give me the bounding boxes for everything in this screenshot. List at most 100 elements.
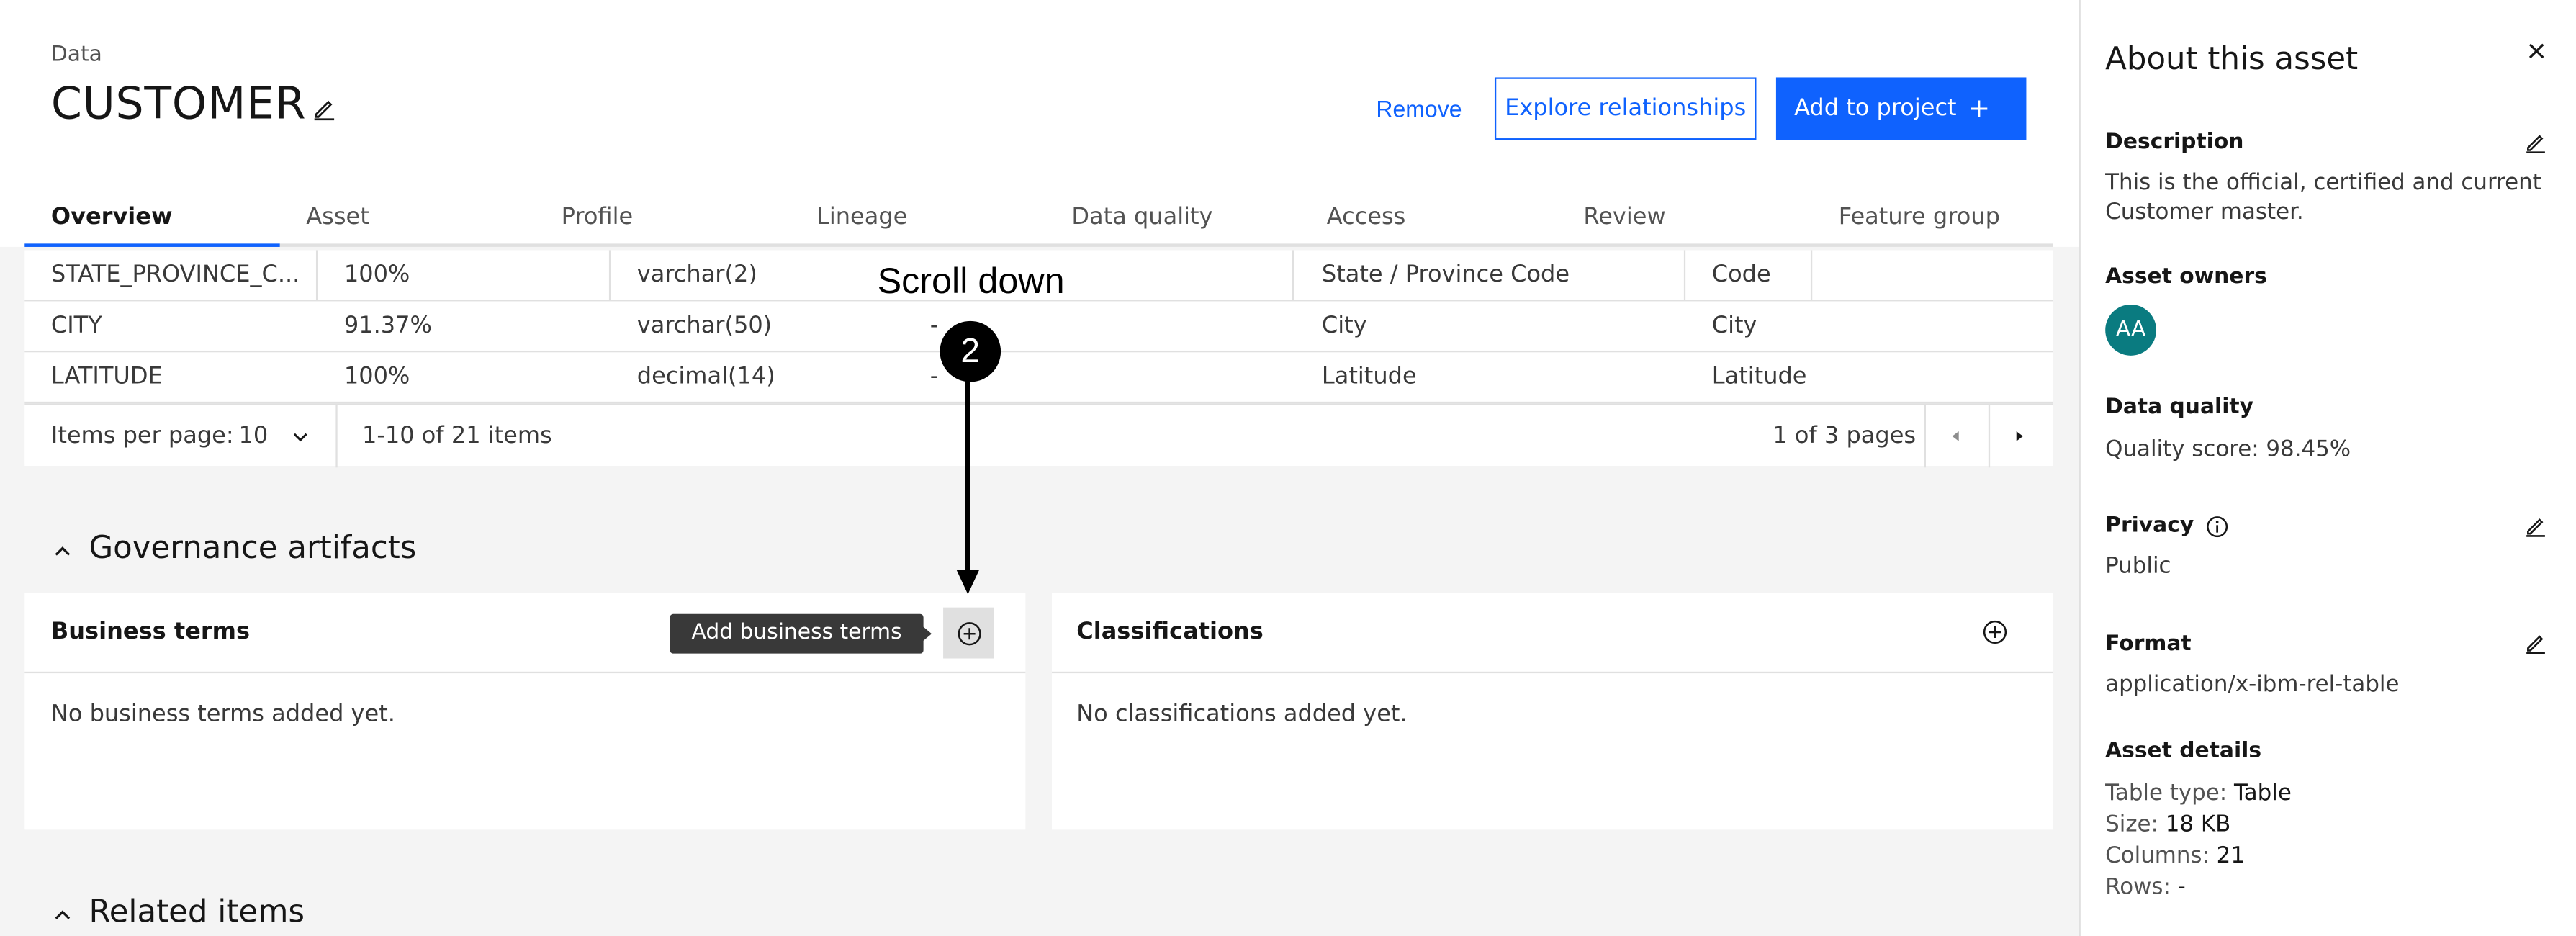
column-divider xyxy=(1810,250,1813,300)
add-circle-icon[interactable] xyxy=(1982,619,2009,646)
panel-title: About this asset xyxy=(2105,41,2359,78)
detail-value: 21 xyxy=(2216,842,2245,870)
caret-right-icon[interactable] xyxy=(2012,428,2028,444)
description-text: This is the official, certified and curr… xyxy=(2105,169,2541,226)
column-divider xyxy=(1292,250,1294,300)
about-asset-panel: About this asset Description This is the… xyxy=(2079,0,2576,936)
remove-button[interactable]: Remove xyxy=(1359,77,1478,140)
column-name: LATITUDE xyxy=(50,364,163,390)
caret-left-icon[interactable] xyxy=(1947,428,1964,444)
chevron-up-icon[interactable] xyxy=(53,541,72,561)
info-icon[interactable] xyxy=(2206,516,2229,539)
tab-data-quality[interactable]: Data quality xyxy=(1045,194,1300,247)
annotation-step-badge: 2 xyxy=(940,320,1001,382)
card-divider xyxy=(1051,671,2053,674)
column-name: CITY xyxy=(50,312,102,339)
tab-review[interactable]: Review xyxy=(1557,194,1812,247)
classifications-card: Classifications No classifications added… xyxy=(1051,593,2053,830)
pager-divider xyxy=(335,405,338,468)
add-business-terms-tooltip: Add business terms xyxy=(670,613,924,654)
related-items-heading[interactable]: Related items xyxy=(89,894,305,930)
arrow-down-icon xyxy=(956,378,980,595)
column-dash: - xyxy=(929,364,939,390)
tab-bar: Overview Asset Profile Lineage Data qual… xyxy=(24,194,2053,247)
privacy-value: Public xyxy=(2105,553,2171,580)
tab-lineage[interactable]: Lineage xyxy=(790,194,1045,247)
asset-details-label: Asset details xyxy=(2105,739,2262,764)
column-term: Latitude xyxy=(1711,364,1807,390)
column-type: varchar(2) xyxy=(636,261,757,289)
classifications-empty: No classifications added yet. xyxy=(1076,701,1408,728)
column-label: Latitude xyxy=(1321,364,1417,390)
items-per-page-label: Items per page: xyxy=(50,423,234,450)
detail-key: Table type: xyxy=(2105,780,2228,807)
add-circle-icon[interactable] xyxy=(956,621,983,647)
column-percent: 100% xyxy=(343,364,410,390)
edit-icon[interactable] xyxy=(2523,513,2548,538)
classifications-title: Classifications xyxy=(1076,618,1264,646)
asset-owners-label: Asset owners xyxy=(2105,265,2267,290)
column-label: City xyxy=(1321,312,1367,339)
governance-heading[interactable]: Governance artifacts xyxy=(89,530,416,566)
quality-score: Quality score: 98.45% xyxy=(2105,436,2351,463)
detail-rows: Rows: - xyxy=(2105,873,2186,904)
tab-access[interactable]: Access xyxy=(1300,194,1555,247)
privacy-label: Privacy xyxy=(2105,513,2194,539)
detail-columns: Columns: 21 xyxy=(2105,841,2245,872)
avatar[interactable]: AA xyxy=(2105,304,2157,356)
detail-size: Size: 18 KB xyxy=(2105,810,2230,841)
annotation-text: Scroll down xyxy=(877,260,1065,302)
items-range: 1-10 of 21 items xyxy=(361,423,552,450)
tab-overview[interactable]: Overview xyxy=(24,194,280,247)
tab-asset[interactable]: Asset xyxy=(280,194,535,247)
tab-feature-group[interactable]: Feature group xyxy=(1812,194,2067,247)
edit-icon[interactable] xyxy=(2523,631,2548,655)
detail-value: Table xyxy=(2234,780,2292,807)
add-to-project-button[interactable]: Add to project + xyxy=(1775,77,2027,140)
detail-value: 18 KB xyxy=(2165,811,2231,838)
column-divider xyxy=(608,250,611,300)
tab-profile[interactable]: Profile xyxy=(535,194,790,247)
chevron-up-icon[interactable] xyxy=(53,905,72,924)
data-quality-label: Data quality xyxy=(2105,395,2253,420)
edit-icon[interactable] xyxy=(311,96,338,122)
pager-divider xyxy=(1924,405,1926,468)
explore-relationships-button[interactable]: Explore relationships xyxy=(1494,77,1757,140)
items-per-page-select[interactable]: 10 xyxy=(239,405,269,467)
business-terms-empty: No business terms added yet. xyxy=(50,701,395,728)
card-divider xyxy=(24,671,1026,674)
detail-key: Rows: xyxy=(2105,874,2171,901)
description-label: Description xyxy=(2105,130,2244,155)
page-title: CUSTOMER xyxy=(50,78,307,130)
format-value: application/x-ibm-rel-table xyxy=(2105,671,2400,698)
column-percent: 100% xyxy=(343,261,410,289)
stage: Data CUSTOMER Remove Explore relationshi… xyxy=(0,0,2576,936)
pager-divider xyxy=(1988,405,1991,468)
add-to-project-label: Add to project xyxy=(1794,95,1957,122)
column-divider xyxy=(1683,250,1686,300)
chevron-down-icon[interactable] xyxy=(292,428,310,446)
column-percent: 91.37% xyxy=(343,312,432,339)
detail-value: - xyxy=(2177,874,2186,901)
tooltip-caret xyxy=(922,625,932,642)
edit-icon[interactable] xyxy=(2523,130,2548,155)
pagination: Items per page: 10 1-10 of 21 items 1 of… xyxy=(24,403,2053,468)
column-term: Code xyxy=(1711,261,1771,289)
detail-key: Size: xyxy=(2105,811,2158,838)
column-dash: - xyxy=(929,312,939,339)
column-type: varchar(50) xyxy=(636,312,773,339)
plus-icon: + xyxy=(1968,92,1991,124)
column-term: City xyxy=(1711,312,1757,339)
format-label: Format xyxy=(2105,631,2192,657)
detail-table-type: Table type: Table xyxy=(2105,778,2292,809)
table-row[interactable]: CITY 91.37% varchar(50) - City City xyxy=(24,301,2053,353)
page-count: 1 of 3 pages xyxy=(1773,423,1917,450)
column-label: State / Province Code xyxy=(1321,261,1570,289)
business-terms-title: Business terms xyxy=(50,618,251,646)
table-row[interactable]: LATITUDE 100% decimal(14) - Latitude Lat… xyxy=(24,352,2053,404)
column-name: STATE_PROVINCE_C... xyxy=(50,261,300,289)
close-icon[interactable] xyxy=(2525,40,2548,63)
breadcrumb[interactable]: Data xyxy=(51,42,102,67)
main-area: Data CUSTOMER Remove Explore relationshi… xyxy=(0,0,2079,936)
column-divider xyxy=(315,250,318,300)
